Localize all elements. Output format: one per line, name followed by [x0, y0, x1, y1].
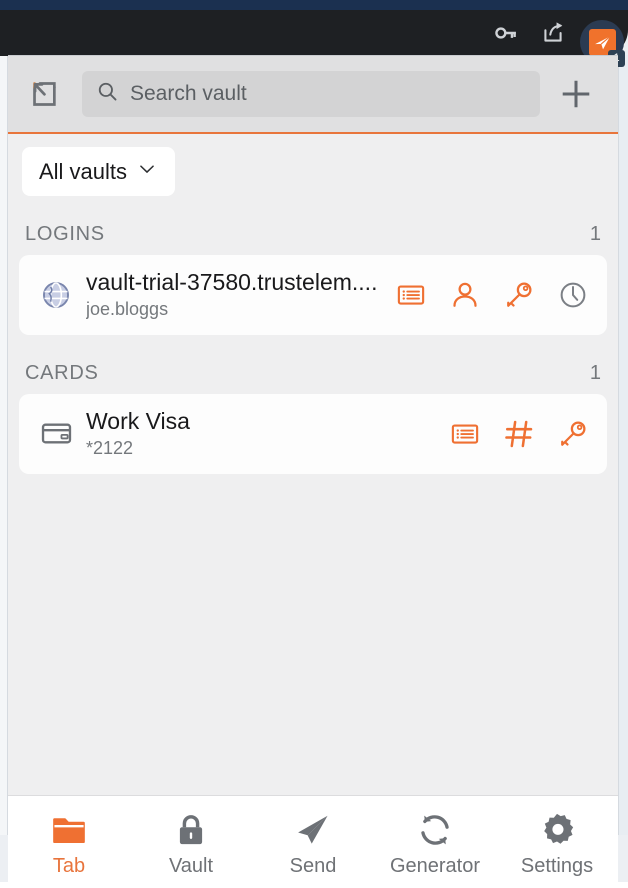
nav-item-tab[interactable]: Tab — [8, 796, 130, 888]
share-icon[interactable] — [540, 20, 566, 46]
bottom-navigation: Tab Vault Send Generator Settings — [8, 795, 618, 888]
nav-item-vault[interactable]: Vault — [130, 796, 252, 888]
popout-window-button[interactable] — [22, 71, 68, 117]
credit-card-icon — [39, 417, 73, 450]
login-item-text: vault-trial-37580.trustelem.... joe.blog… — [86, 268, 381, 322]
list-item-card[interactable]: Work Visa *2122 — [19, 393, 607, 474]
list-item-login[interactable]: vault-trial-37580.trustelem.... joe.blog… — [19, 255, 607, 335]
nav-item-settings[interactable]: Settings — [496, 796, 618, 888]
copy-security-code-icon[interactable] — [557, 418, 589, 450]
search-box[interactable] — [82, 71, 540, 117]
nav-label-generator: Generator — [389, 855, 481, 877]
gear-icon — [538, 810, 576, 850]
nav-item-send[interactable]: Send — [252, 796, 374, 888]
browser-title-strip — [0, 0, 628, 10]
card-item-number: *2122 — [86, 438, 134, 459]
section-header-cards: CARDS 1 — [8, 335, 618, 394]
section-count-logins: 1 — [589, 223, 601, 245]
chevron-down-icon — [136, 158, 158, 185]
underlying-page-left-edge — [0, 55, 8, 835]
login-item-username: joe.bloggs — [86, 299, 169, 320]
login-item-title: vault-trial-37580.trustelem.... — [86, 269, 378, 295]
copy-card-details-icon[interactable] — [449, 418, 481, 450]
vault-filter-dropdown[interactable]: All vaults — [22, 147, 176, 196]
card-item-text: Work Visa *2122 — [86, 407, 435, 461]
nav-item-generator[interactable]: Generator — [374, 796, 496, 888]
nav-label-settings: Settings — [520, 855, 594, 877]
add-item-button[interactable] — [556, 74, 596, 114]
vault-filter-label: All vaults — [39, 158, 128, 184]
browser-toolbar: 1 — [0, 10, 628, 67]
paper-plane-icon — [294, 810, 332, 850]
popup-header — [8, 56, 618, 134]
section-header-logins: LOGINS 1 — [8, 196, 618, 255]
nav-label-vault: Vault — [168, 855, 214, 877]
screen: 1 — [0, 0, 628, 888]
password-key-icon[interactable] — [492, 20, 518, 46]
search-input[interactable] — [130, 82, 526, 106]
bitwarden-popup: All vaults LOGINS 1 — [8, 55, 618, 888]
refresh-icon — [416, 810, 454, 850]
copy-username-icon[interactable] — [449, 279, 481, 311]
copy-card-details-icon[interactable] — [395, 279, 427, 311]
section-title-logins: LOGINS — [25, 223, 105, 245]
search-icon — [96, 80, 119, 108]
lock-icon — [173, 810, 209, 850]
underlying-page-right-edge — [618, 55, 628, 835]
card-item-title: Work Visa — [86, 407, 190, 434]
copy-number-icon[interactable] — [503, 418, 535, 450]
copy-password-icon[interactable] — [503, 279, 535, 311]
section-count-cards: 1 — [589, 361, 601, 384]
section-title-cards: CARDS — [25, 361, 99, 384]
copy-totp-icon[interactable] — [557, 279, 589, 311]
nav-label-tab: Tab — [52, 855, 86, 877]
card-item-actions — [449, 418, 589, 450]
nav-label-send: Send — [289, 855, 337, 877]
login-item-actions — [395, 279, 589, 311]
popup-body: All vaults LOGINS 1 vault-trial-37580.tr… — [8, 134, 618, 795]
folder-icon — [50, 810, 88, 850]
globe-favicon — [39, 279, 73, 311]
